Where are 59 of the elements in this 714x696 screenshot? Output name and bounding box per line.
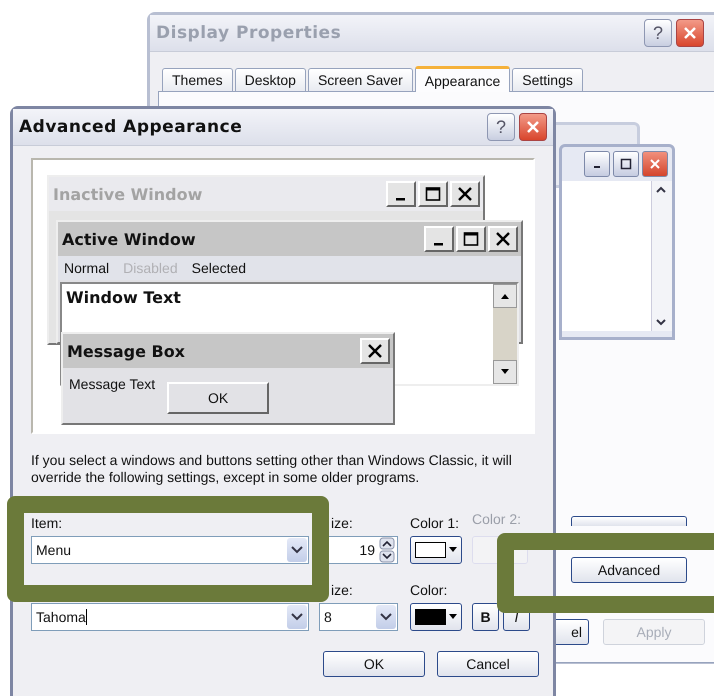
triangle-up-icon (500, 292, 510, 300)
window-title: Active Window (62, 230, 196, 248)
minimize-icon (424, 226, 454, 252)
ok-button[interactable]: OK (167, 382, 270, 414)
window-title: Advanced Appearance (19, 117, 242, 137)
item-label: Item: (31, 515, 64, 533)
color-label: Color: (410, 582, 448, 600)
ok-button[interactable]: OK (323, 651, 425, 677)
help-button[interactable]: ? (644, 19, 672, 47)
close-icon (642, 151, 668, 177)
maximize-icon (418, 181, 448, 207)
close-button[interactable] (676, 19, 704, 47)
chevron-down-icon[interactable] (287, 538, 307, 562)
font-dropdown[interactable]: Tahoma (31, 603, 309, 631)
close-icon (683, 26, 697, 40)
color-label: Color 1: (410, 515, 460, 533)
bold-button[interactable]: B (472, 603, 499, 631)
cancel-button[interactable]: Cancel (437, 651, 539, 677)
maximize-icon (456, 226, 486, 252)
help-button[interactable]: ? (487, 113, 515, 141)
scrollbar[interactable] (651, 181, 672, 331)
size-label: ize: (330, 582, 354, 600)
color-label: Color 2: (472, 511, 522, 529)
info-text: If you select a windows and buttons setting other than Windows Classic, it will override the following settings, except in some older programs. (31, 452, 513, 486)
tab[interactable]: Appearance (414, 66, 510, 92)
window-title: Inactive Window (53, 184, 202, 204)
tab[interactable]: Desktop (234, 68, 306, 91)
window-title: Display Properties (156, 23, 342, 43)
minimize-icon (386, 181, 416, 207)
caret-icon (449, 614, 457, 620)
scroll-up-button[interactable] (493, 284, 517, 308)
menu-item[interactable]: Selected (192, 260, 246, 276)
caret-icon (449, 547, 457, 553)
minimize-icon (584, 151, 610, 177)
size-label: ize: (330, 515, 354, 533)
window-title: Message Box (67, 342, 185, 360)
color-picker-button[interactable] (410, 536, 462, 564)
tab[interactable]: Settings (512, 68, 583, 91)
close-icon (488, 226, 518, 252)
font-size-dropdown[interactable]: 8 (319, 603, 398, 631)
menu-item[interactable]: Normal (64, 260, 110, 276)
close-icon (360, 338, 390, 364)
close-icon (450, 181, 480, 207)
chevron-down-icon[interactable] (287, 605, 307, 629)
chevron-down-icon[interactable] (376, 605, 396, 629)
triangle-down-icon (500, 368, 510, 376)
tab[interactable]: Themes (162, 68, 233, 91)
scrollbar[interactable] (493, 284, 517, 384)
tab[interactable]: Screen Saver (308, 68, 413, 91)
close-icon (526, 120, 540, 134)
partial-button[interactable] (571, 516, 687, 526)
scroll-down-button[interactable] (493, 360, 517, 384)
close-button[interactable] (519, 113, 547, 141)
message-text: Message Text (69, 376, 156, 392)
window-text: Window Text (65, 287, 182, 309)
color-picker-button[interactable] (410, 603, 462, 631)
maximize-icon (613, 151, 639, 177)
advanced-button[interactable]: Advanced (571, 557, 687, 583)
item-dropdown[interactable]: Menu (31, 536, 309, 564)
